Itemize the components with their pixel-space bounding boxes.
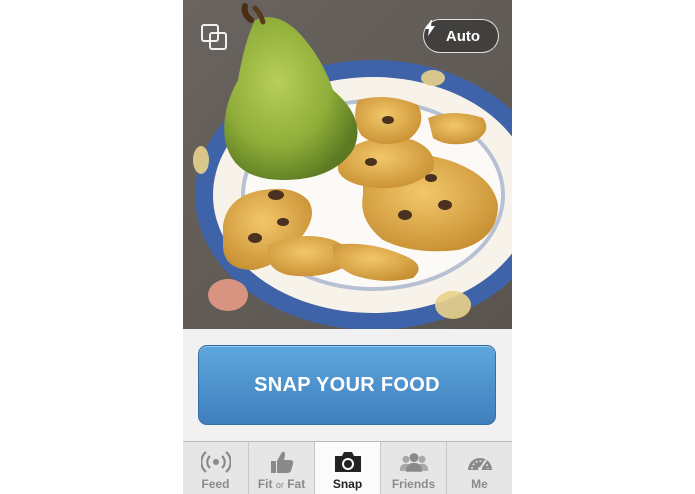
tab-snap[interactable]: Snap (315, 442, 381, 494)
tab-label-feed: Feed (201, 477, 230, 491)
friends-icon (398, 449, 430, 475)
tab-bar: Feed Fit or Fat Snap Friends Me (183, 441, 512, 494)
camera-icon (332, 449, 364, 475)
gauge-icon (464, 449, 496, 475)
flash-auto-button[interactable]: Auto (423, 19, 499, 53)
tab-friends[interactable]: Friends (381, 442, 447, 494)
tab-label-fit-or-fat: Fit or Fat (257, 477, 306, 491)
phone-screen: Auto SNAP YOUR FOOD Feed Fit or Fat Snap… (183, 0, 512, 494)
tab-label-friends: Friends (391, 477, 436, 491)
snap-your-food-button[interactable]: SNAP YOUR FOOD (198, 345, 496, 425)
tab-label-snap: Snap (332, 477, 363, 491)
snap-area: SNAP YOUR FOOD (183, 329, 512, 441)
tab-me[interactable]: Me (447, 442, 512, 494)
broadcast-icon (200, 449, 232, 475)
switch-camera-icon[interactable] (199, 22, 229, 52)
flash-label: Auto (445, 27, 481, 45)
camera-viewfinder[interactable]: Auto (183, 0, 512, 329)
tab-fit-or-fat[interactable]: Fit or Fat (249, 442, 315, 494)
tab-feed[interactable]: Feed (183, 442, 249, 494)
thumbs-up-icon (266, 449, 298, 475)
tab-label-me: Me (471, 477, 488, 491)
